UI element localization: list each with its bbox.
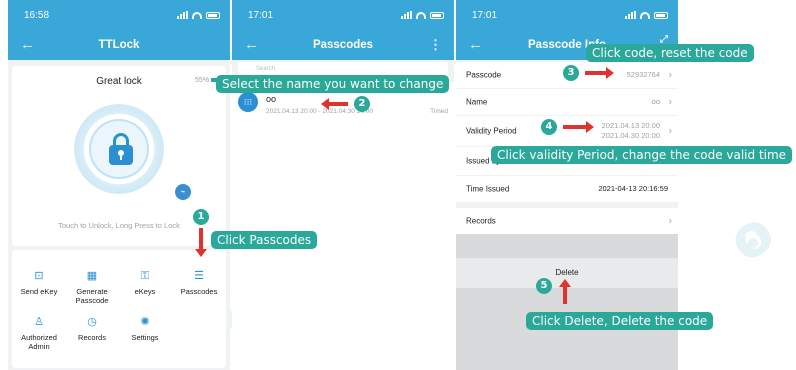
search-input[interactable]: Search bbox=[238, 62, 448, 76]
row-label: Validity Period bbox=[466, 126, 517, 136]
step-5-badge: 5 bbox=[536, 278, 552, 294]
chevron-right-icon: › bbox=[668, 215, 672, 227]
records-icon: ◷ bbox=[87, 316, 97, 328]
step-4-callout: Click validity Period, change the code v… bbox=[491, 146, 793, 164]
unlock-button[interactable] bbox=[74, 104, 164, 194]
signal-icon bbox=[401, 11, 412, 19]
step-2-badge: 2 bbox=[354, 96, 370, 112]
settings-icon: ✺ bbox=[140, 316, 150, 328]
menu-records[interactable]: ◷ Records bbox=[67, 316, 117, 342]
screen-lock-home: 16:58 ← TTLock Great lock 55% ⌁ Touch to… bbox=[8, 0, 230, 370]
lock-name: Great lock bbox=[96, 76, 142, 87]
passcode-type: Timed bbox=[430, 108, 448, 115]
battery-icon bbox=[654, 11, 668, 19]
back-arrow-icon[interactable]: ← bbox=[244, 36, 259, 53]
step-2-callout: Select the name you want to change bbox=[216, 75, 450, 93]
wifi-icon bbox=[416, 11, 426, 19]
status-icons bbox=[177, 11, 220, 19]
name-row[interactable]: Name oo › bbox=[456, 89, 678, 115]
status-icons bbox=[625, 11, 668, 19]
send-ekey-icon: ⊡ bbox=[34, 270, 44, 282]
unlock-hint: Touch to Unlock, Long Press to Lock bbox=[58, 221, 180, 230]
row-label: Time Issued bbox=[466, 184, 510, 194]
back-arrow-icon[interactable]: ← bbox=[20, 36, 35, 53]
passcodes-icon: ☰ bbox=[194, 270, 204, 282]
chevron-right-icon: › bbox=[668, 125, 672, 137]
unlock-button-inner bbox=[89, 119, 149, 179]
wifi-icon bbox=[640, 11, 650, 19]
step-3-arrow bbox=[585, 67, 614, 79]
menu-authorized-admin[interactable]: ♙ Authorized Admin bbox=[14, 316, 64, 351]
time-issued-row: Time Issued 2021-04-13 20:16:59 bbox=[456, 176, 678, 202]
menu-passcodes[interactable]: ☰ Passcodes bbox=[174, 270, 224, 296]
status-bar: 16:58 bbox=[8, 0, 230, 30]
nav-bar: ← Passcodes ⋮ bbox=[232, 30, 454, 60]
more-options-icon[interactable]: ⋮ bbox=[429, 37, 442, 53]
nav-bar: ← TTLock bbox=[8, 30, 230, 60]
passcode-name: oo bbox=[266, 94, 277, 104]
status-icons bbox=[401, 11, 444, 19]
row-label: Passcode bbox=[466, 70, 502, 80]
screen-passcodes: 17:01 ← Passcodes ⋮ Search ⁝⁝⁝ oo 2021.0… bbox=[232, 0, 454, 370]
row-label: Records bbox=[466, 216, 496, 226]
watermark: o bbox=[715, 194, 790, 276]
status-time: 16:58 bbox=[24, 9, 50, 21]
step-5-callout: Click Delete, Delete the code bbox=[526, 312, 714, 330]
ekeys-icon: ⚿ bbox=[140, 270, 150, 282]
remote-unlock-icon[interactable]: ⌁ bbox=[175, 184, 191, 200]
step-3-badge: 3 bbox=[563, 65, 579, 81]
status-time: 17:01 bbox=[248, 9, 274, 21]
step-1-arrow bbox=[195, 228, 207, 257]
page-title: Passcodes bbox=[312, 39, 374, 51]
passcode-keypad-icon: ⁝⁝⁝ bbox=[238, 92, 258, 112]
battery-icon bbox=[430, 11, 444, 19]
row-label: Name bbox=[466, 97, 488, 107]
passcode-value: 52932764 bbox=[626, 70, 660, 79]
status-bar: 17:01 bbox=[456, 0, 678, 30]
wifi-icon bbox=[192, 11, 202, 19]
menu-ekeys[interactable]: ⚿ eKeys bbox=[120, 270, 170, 296]
validity-value: 2021.04.13 20:00 2021.04.30 20:00 bbox=[601, 121, 660, 140]
step-1-callout: Click Passcodes bbox=[211, 231, 318, 249]
chevron-right-icon: › bbox=[668, 69, 672, 81]
status-time: 17:01 bbox=[472, 9, 498, 21]
name-value: oo bbox=[651, 97, 660, 106]
step-5-arrow bbox=[559, 279, 571, 304]
page-title: TTLock bbox=[98, 39, 140, 51]
battery-icon bbox=[206, 11, 220, 19]
menu-generate-passcode[interactable]: ▦ Generate Passcode bbox=[67, 270, 117, 305]
status-bar: 17:01 bbox=[232, 0, 454, 30]
validity-period-row[interactable]: Validity Period 2021.04.13 20:00 2021.04.… bbox=[456, 116, 678, 146]
step-4-arrow bbox=[563, 121, 594, 133]
watermark-dot bbox=[748, 238, 758, 248]
step-2-arrow bbox=[321, 98, 348, 110]
step-1-badge: 1 bbox=[193, 209, 209, 225]
battery-percent: 55% bbox=[195, 77, 218, 84]
padlock-icon bbox=[109, 133, 133, 165]
back-arrow-icon[interactable]: ← bbox=[468, 36, 483, 53]
menu-send-ekey[interactable]: ⊡ Send eKey bbox=[14, 270, 64, 296]
authorized-admin-icon: ♙ bbox=[34, 316, 44, 328]
lock-menu: ⊡ Send eKey ▦ Generate Passcode ⚿ eKeys … bbox=[12, 250, 226, 368]
signal-icon bbox=[625, 11, 636, 19]
time-issued-value: 2021-04-13 20:16:59 bbox=[598, 184, 668, 193]
menu-settings[interactable]: ✺ Settings bbox=[120, 316, 170, 342]
step-4-badge: 4 bbox=[541, 119, 557, 135]
signal-icon bbox=[177, 11, 188, 19]
generate-passcode-icon: ▦ bbox=[86, 270, 98, 282]
chevron-right-icon: › bbox=[668, 96, 672, 108]
records-row[interactable]: Records › bbox=[456, 208, 678, 234]
step-3-callout: Click code, reset the code bbox=[586, 44, 754, 62]
tutorial-canvas: ornbi o 16:58 ← TTLock Great lock 55% bbox=[0, 0, 796, 370]
dimmed-area bbox=[456, 234, 678, 370]
